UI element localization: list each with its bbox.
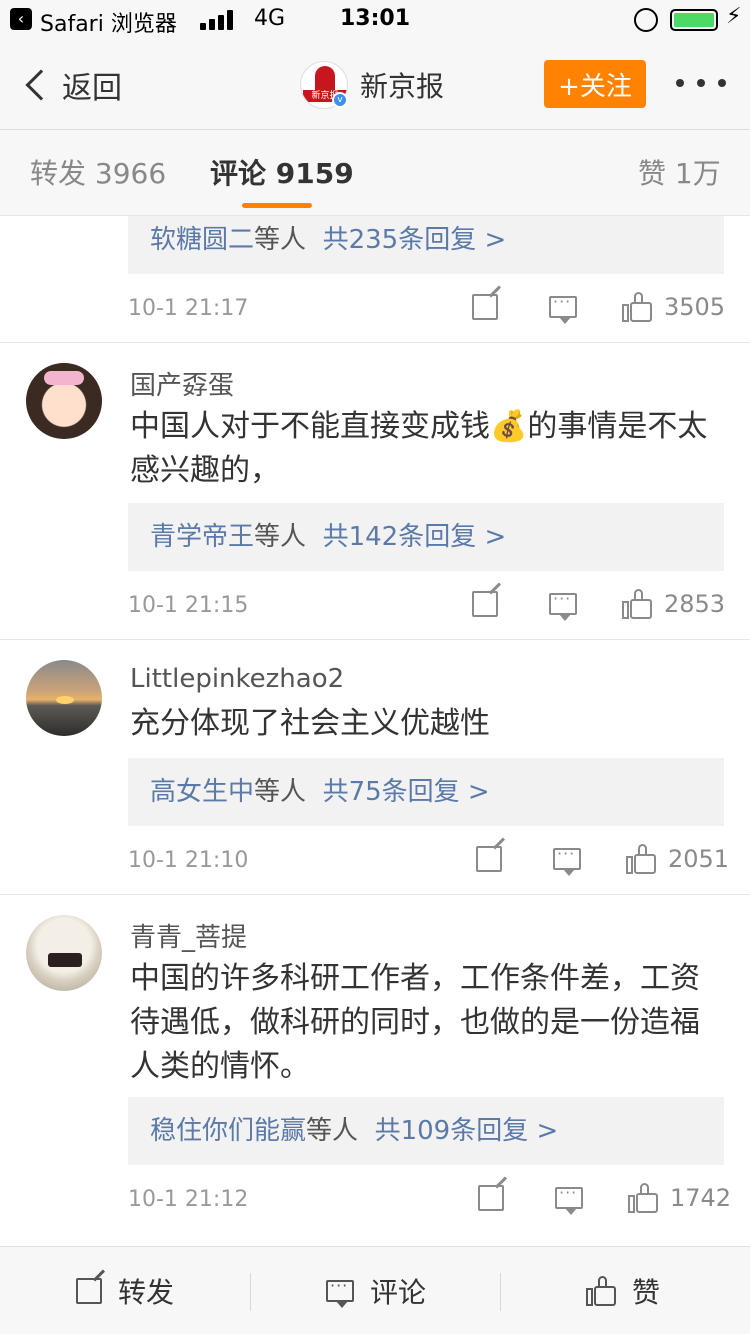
comment-time: 10-1 21:10 xyxy=(128,848,249,873)
reply-count-link[interactable]: 共75条回复 > xyxy=(323,777,490,807)
reply-summary[interactable]: 软糖圆二等人 共235条回复 > xyxy=(128,216,724,274)
battery-icon xyxy=(670,9,718,31)
comment-time: 10-1 21:12 xyxy=(128,1187,249,1212)
comment-time: 10-1 21:15 xyxy=(128,593,249,618)
like-icon xyxy=(628,1183,658,1213)
reply-summary[interactable]: 高女生中等人 共75条回复 > xyxy=(128,758,724,826)
comment-icon xyxy=(326,1276,354,1308)
like-icon xyxy=(586,1276,616,1306)
charging-icon: ⚡ xyxy=(726,4,742,29)
comment-text: 中国人对于不能直接变成钱💰的事情是不太感兴趣的， xyxy=(130,409,708,488)
reply-button[interactable] xyxy=(553,844,581,876)
comment-icon xyxy=(555,1183,583,1215)
repost-label: 转发 xyxy=(118,1276,175,1309)
like-button[interactable]: 3505 xyxy=(622,292,725,322)
like-button[interactable]: 2051 xyxy=(626,844,729,874)
like-icon xyxy=(622,589,652,619)
comment-text: 充分体现了社会主义优越性 xyxy=(130,706,490,741)
comment-text: 中国的许多科研工作者，工作条件差，工资待遇低，做科研的同时，也做的是一份造福人类… xyxy=(130,961,700,1084)
account-header[interactable]: 新京报 新京报 xyxy=(300,58,444,112)
like-count: 3505 xyxy=(664,293,726,321)
comment-list[interactable]: 软糖圆二等人 共235条回复 > 10-1 21:17 3505 国产孬蛋 中国… xyxy=(0,216,750,1246)
comment-username[interactable]: 国产孬蛋 xyxy=(130,365,234,402)
active-tab-indicator xyxy=(242,203,312,208)
tab-reposts[interactable]: 转发 3966 xyxy=(30,152,166,192)
share-icon xyxy=(472,294,498,320)
user-avatar[interactable] xyxy=(26,915,102,991)
more-options-icon[interactable] xyxy=(676,70,726,96)
comment-username[interactable]: Littlepinkezhao2 xyxy=(130,664,344,694)
reply-button[interactable] xyxy=(549,589,577,621)
divider xyxy=(500,1273,501,1311)
user-avatar[interactable] xyxy=(26,660,102,736)
like-post-button[interactable]: 赞 xyxy=(586,1247,660,1334)
comment-icon xyxy=(553,844,581,876)
user-avatar[interactable] xyxy=(26,363,102,439)
divider xyxy=(250,1273,251,1311)
rotation-lock-icon xyxy=(634,8,658,32)
reply-users[interactable]: 青学帝王 xyxy=(150,522,254,552)
like-button[interactable]: 1742 xyxy=(628,1183,731,1213)
reply-users[interactable]: 高女生中 xyxy=(150,777,254,807)
bottom-action-bar: 转发 评论 赞 xyxy=(0,1246,750,1334)
reply-summary[interactable]: 青学帝王等人 共142条回复 > xyxy=(128,503,724,571)
reply-count-link[interactable]: 共109条回复 > xyxy=(375,1116,559,1146)
back-label: 返回 xyxy=(62,71,122,106)
like-button[interactable]: 2853 xyxy=(622,589,725,619)
share-button[interactable] xyxy=(478,1185,504,1211)
like-count: 1742 xyxy=(670,1184,732,1212)
verified-badge-icon: v xyxy=(332,92,348,108)
reply-users[interactable]: 软糖圆二 xyxy=(150,225,254,255)
comment-username[interactable]: 青青_菩提 xyxy=(130,917,247,954)
like-label: 赞 xyxy=(632,1276,661,1309)
back-button[interactable]: 返回 xyxy=(22,60,122,110)
share-button[interactable] xyxy=(476,846,502,872)
like-count: 2051 xyxy=(668,845,730,873)
reply-button[interactable] xyxy=(549,292,577,324)
share-icon xyxy=(476,846,502,872)
comment-time: 10-1 21:17 xyxy=(128,296,249,321)
reply-count-link[interactable]: 共142条回复 > xyxy=(323,522,507,552)
tab-likes[interactable]: 赞 1万 xyxy=(638,152,721,192)
chevron-left-icon xyxy=(25,69,57,101)
reply-suffix: 等人 xyxy=(254,777,307,807)
comment-icon xyxy=(549,589,577,621)
comment-button[interactable]: 评论 xyxy=(326,1247,426,1334)
share-icon xyxy=(478,1185,504,1211)
follow-button[interactable]: +关注 xyxy=(544,60,646,108)
like-icon xyxy=(622,292,652,322)
reply-suffix: 等人 xyxy=(254,225,307,255)
comment-label: 评论 xyxy=(370,1276,427,1309)
reply-suffix: 等人 xyxy=(306,1116,359,1146)
comment-item: 国产孬蛋 中国人对于不能直接变成钱💰的事情是不太感兴趣的， 青学帝王等人 共14… xyxy=(0,343,750,639)
nav-bar: 返回 新京报 新京报 v +关注 xyxy=(0,40,750,130)
reply-summary[interactable]: 稳住你们能赢等人 共109条回复 > xyxy=(128,1097,724,1165)
reply-count-link[interactable]: 共235条回复 > xyxy=(323,225,507,255)
share-icon xyxy=(472,591,498,617)
like-count: 2853 xyxy=(664,590,726,618)
repost-button[interactable]: 转发 xyxy=(76,1247,174,1334)
like-icon xyxy=(626,844,656,874)
share-button[interactable] xyxy=(472,294,498,320)
account-name[interactable]: 新京报 xyxy=(360,65,444,105)
comment-item: 青青_菩提 中国的许多科研工作者，工作条件差，工资待遇低，做科研的同时，也做的是… xyxy=(0,895,750,1235)
reply-suffix: 等人 xyxy=(254,522,307,552)
reply-users[interactable]: 稳住你们能赢 xyxy=(150,1116,306,1146)
reply-button[interactable] xyxy=(555,1183,583,1215)
tab-bar: 转发 3966 评论 9159 赞 1万 xyxy=(0,130,750,216)
comment-item: Littlepinkezhao2 充分体现了社会主义优越性 高女生中等人 共75… xyxy=(0,640,750,894)
share-button[interactable] xyxy=(472,591,498,617)
share-icon xyxy=(76,1278,102,1304)
tab-comments[interactable]: 评论 9159 xyxy=(210,152,354,192)
status-bar: ‹ Safari 浏览器 4G 13:01 ⚡ xyxy=(0,0,750,40)
comment-icon xyxy=(549,292,577,324)
